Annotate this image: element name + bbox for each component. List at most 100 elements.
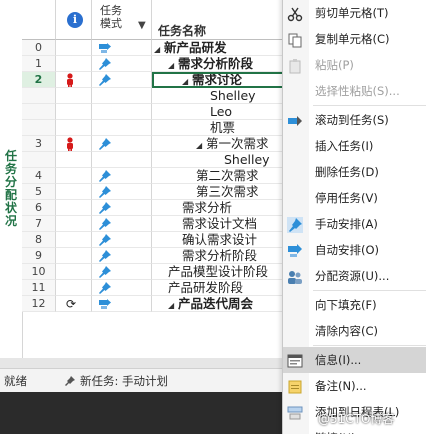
indicator-cell [56,248,92,264]
menu-item[interactable]: 信息(I)... [283,347,426,373]
menu-item[interactable]: 分配资源(U)... [283,263,426,289]
task-name-cell[interactable]: ◢ 需求讨论 [152,72,286,88]
task-mode-cell[interactable] [92,200,152,216]
row-id[interactable]: 12 [22,296,56,312]
menu-item[interactable]: 粘贴(P) [283,52,426,78]
task-name-cell[interactable]: 产品模型设计阶段 [152,264,286,280]
task-name-cell[interactable]: 确认需求设计 [152,232,286,248]
task-name-cell[interactable]: Leo [152,104,286,120]
task-mode-cell[interactable] [92,56,152,72]
row-id[interactable]: 3 [22,136,56,152]
menu-item[interactable]: 手动安排(A) [283,211,426,237]
menu-item-label: 删除任务(D) [315,165,379,179]
task-mode-cell[interactable] [92,120,152,136]
table-row[interactable]: 10 产品模型设计阶段 [22,264,286,280]
table-row[interactable]: 0 ◢ 新产品研发 [22,40,286,56]
task-name-cell[interactable]: 机票 [152,120,286,136]
table-row[interactable]: 12 ⟳ ◢ 产品迭代周会 [22,296,286,312]
task-mode-column-header[interactable]: 任务 模式 ▼ [92,0,152,40]
task-mode-cell[interactable] [92,216,152,232]
task-mode-cell[interactable] [92,152,152,168]
menu-item[interactable]: 备注(N)... [283,373,426,399]
task-mode-cell[interactable] [92,136,152,152]
task-name-cell[interactable]: Shelley [152,152,286,168]
row-id[interactable] [22,104,56,120]
task-mode-cell[interactable] [92,104,152,120]
task-name-cell[interactable]: ◢ 第一次需求 [152,136,286,152]
menu-item[interactable]: 自动安排(O) [283,237,426,263]
menu-item[interactable]: 删除任务(D) [283,159,426,185]
task-mode-cell[interactable] [92,184,152,200]
task-mode-cell[interactable] [92,232,152,248]
table-row[interactable]: 9 需求分析阶段 [22,248,286,264]
task-mode-cell[interactable] [92,72,152,88]
table-row[interactable]: 5 第三次需求 [22,184,286,200]
row-id[interactable] [22,120,56,136]
task-name-cell[interactable]: ◢ 产品迭代周会 [152,296,286,312]
select-all-header[interactable] [22,0,56,40]
table-row[interactable]: Shelley [22,152,286,168]
task-name-cell[interactable]: 需求分析 [152,200,286,216]
table-row[interactable]: 4 第二次需求 [22,168,286,184]
manual-schedule-icon [99,58,111,70]
copy-icon [287,31,303,48]
view-bar[interactable]: 任务分配状况 [0,0,23,368]
column-filter-arrow-icon[interactable]: ▼ [138,20,146,31]
menu-item[interactable]: 插入任务(I) [283,133,426,159]
new-task-mode[interactable]: 新任务: 手动计划 [80,369,168,393]
row-id[interactable]: 8 [22,232,56,248]
collapse-triangle-icon[interactable]: ◢ [182,74,192,87]
row-id[interactable]: 0 [22,40,56,56]
menu-item[interactable]: 停用任务(V) [283,185,426,211]
task-name-cell[interactable]: ◢ 需求分析阶段 [152,56,286,72]
table-row[interactable]: 8 确认需求设计 [22,232,286,248]
row-id[interactable]: 9 [22,248,56,264]
task-mode-cell[interactable] [92,88,152,104]
task-name-cell[interactable]: Shelley [152,88,286,104]
table-row[interactable]: 6 需求分析 [22,200,286,216]
row-id[interactable]: 5 [22,184,56,200]
task-mode-cell[interactable] [92,248,152,264]
row-id[interactable]: 6 [22,200,56,216]
task-mode-cell[interactable] [92,168,152,184]
menu-item[interactable]: 清除内容(C) [283,318,426,344]
table-row[interactable]: Leo [22,104,286,120]
collapse-triangle-icon[interactable]: ◢ [196,138,206,151]
menu-item[interactable]: 选择性粘贴(S)... [283,78,426,104]
task-name-column-header[interactable]: 任务名称 [152,0,286,40]
row-id[interactable] [22,152,56,168]
task-name-cell[interactable]: 第三次需求 [152,184,286,200]
menu-item[interactable]: 向下填充(F) [283,292,426,318]
collapse-triangle-icon[interactable]: ◢ [154,42,164,55]
menu-item[interactable]: 滚动到任务(S) [283,107,426,133]
row-id[interactable]: 7 [22,216,56,232]
table-row[interactable]: Shelley [22,88,286,104]
task-mode-cell[interactable] [92,296,152,312]
task-mode-cell[interactable] [92,264,152,280]
row-id[interactable]: 1 [22,56,56,72]
row-id[interactable]: 11 [22,280,56,296]
table-row[interactable]: 2 ◢ 需求讨论 [22,72,286,88]
row-id[interactable]: 10 [22,264,56,280]
table-row[interactable]: 机票 [22,120,286,136]
indicator-column-header[interactable]: i [56,0,92,40]
task-name-cell[interactable]: 产品研发阶段 [152,280,286,296]
collapse-triangle-icon[interactable]: ◢ [168,58,178,71]
task-name-cell[interactable]: 第二次需求 [152,168,286,184]
row-id[interactable] [22,88,56,104]
table-row[interactable]: 11 产品研发阶段 [22,280,286,296]
task-name-cell[interactable]: ◢ 新产品研发 [152,40,286,56]
task-name-cell[interactable]: 需求设计文档 [152,216,286,232]
menu-item[interactable]: 剪切单元格(T) [283,0,426,26]
collapse-triangle-icon[interactable]: ◢ [168,298,178,311]
row-id[interactable]: 4 [22,168,56,184]
task-name-label: 任务名称 [158,24,207,38]
table-row[interactable]: 7 需求设计文档 [22,216,286,232]
menu-item[interactable]: 复制单元格(C) [283,26,426,52]
task-name-cell[interactable]: 需求分析阶段 [152,248,286,264]
task-mode-cell[interactable] [92,40,152,56]
table-row[interactable]: 1 ◢ 需求分析阶段 [22,56,286,72]
table-row[interactable]: 3 ◢ 第一次需求 [22,136,286,152]
task-mode-cell[interactable] [92,280,152,296]
row-id[interactable]: 2 [22,72,56,88]
